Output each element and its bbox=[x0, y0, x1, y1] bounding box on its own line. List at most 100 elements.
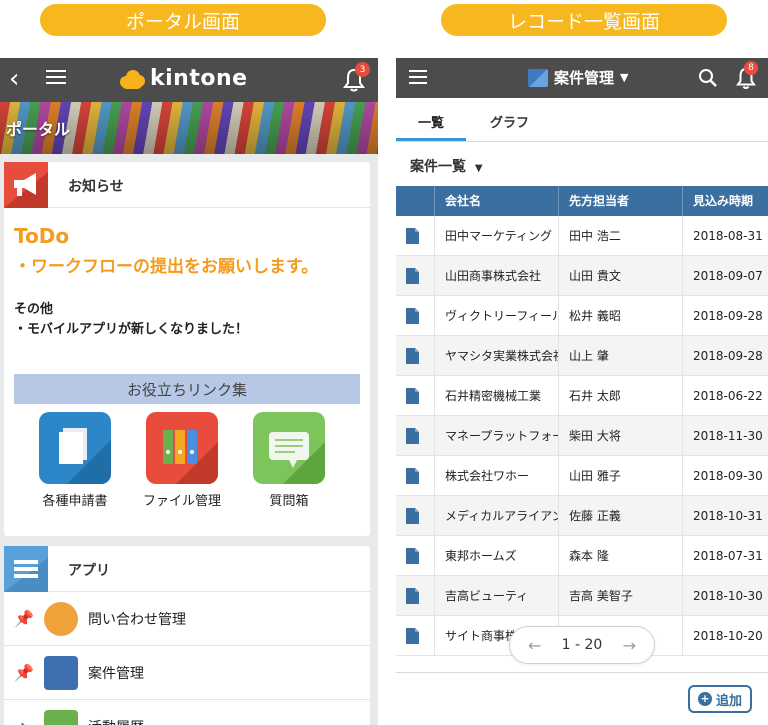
record-detail-cell[interactable] bbox=[396, 256, 434, 296]
search-icon[interactable] bbox=[698, 68, 718, 88]
kintone-logo[interactable]: kintone bbox=[118, 66, 248, 91]
add-record-button[interactable]: + 追加 bbox=[688, 685, 752, 713]
document-icon[interactable] bbox=[406, 388, 419, 404]
document-icon[interactable] bbox=[406, 428, 419, 444]
cell-contact: 佐藤 正義 bbox=[558, 496, 682, 536]
view-name: 案件一覧 bbox=[410, 159, 466, 175]
table-row[interactable]: ヴィクトリーフィール 松井 義昭 2018-09-28 bbox=[396, 296, 768, 336]
table-row[interactable]: 田中マーケティング 田中 浩二 2018-08-31 bbox=[396, 216, 768, 256]
cloud-icon bbox=[118, 68, 146, 90]
tab-list[interactable]: 一覧 bbox=[418, 112, 444, 131]
record-detail-cell[interactable] bbox=[396, 456, 434, 496]
portal-screen: ‹ kintone 3 ポータル お知らせ ToDo ・ワークフローの提出をお願… bbox=[0, 58, 378, 725]
document-icon[interactable] bbox=[406, 508, 419, 524]
table-row[interactable]: 吉高ビューティ 吉高 美智子 2018-10-30 bbox=[396, 576, 768, 616]
arrow-left-icon[interactable]: ← bbox=[528, 636, 541, 655]
cell-date: 2018-07-31 bbox=[682, 536, 768, 576]
pin-icon[interactable]: 📌 bbox=[14, 663, 34, 682]
menu-icon[interactable] bbox=[409, 69, 427, 85]
view-selector[interactable]: 案件一覧 ▼ bbox=[410, 156, 483, 176]
cell-contact: 松井 義昭 bbox=[558, 296, 682, 336]
cell-date: 2018-10-20 bbox=[682, 616, 768, 656]
back-icon[interactable]: ‹ bbox=[9, 66, 19, 92]
menu-icon[interactable] bbox=[46, 68, 66, 86]
tab-graph[interactable]: グラフ bbox=[490, 112, 529, 131]
record-detail-cell[interactable] bbox=[396, 496, 434, 536]
cell-company: 山田商事株式会社 bbox=[434, 256, 558, 296]
cell-contact: 石井 太郎 bbox=[558, 376, 682, 416]
document-icon[interactable] bbox=[406, 588, 419, 604]
document-icon[interactable] bbox=[406, 228, 419, 244]
table-row[interactable]: メディカルアライアン 佐藤 正義 2018-10-31 bbox=[396, 496, 768, 536]
table-row[interactable]: ヤマシタ実業株式会社 山上 肇 2018-09-28 bbox=[396, 336, 768, 376]
plus-icon: + bbox=[697, 692, 712, 706]
app-item-inquiry[interactable]: 📌 問い合わせ管理 bbox=[4, 592, 370, 646]
records-header: 案件管理 ▼ 8 bbox=[396, 58, 768, 98]
record-detail-cell[interactable] bbox=[396, 576, 434, 616]
todo-title: ToDo bbox=[14, 224, 70, 248]
col-date[interactable]: 見込み時期 bbox=[682, 186, 768, 216]
table-header: 会社名 先方担当者 見込み時期 bbox=[396, 186, 768, 216]
document-icon[interactable] bbox=[406, 468, 419, 484]
record-detail-cell[interactable] bbox=[396, 216, 434, 256]
table-row[interactable]: 石井精密機械工業 石井 太郎 2018-06-22 bbox=[396, 376, 768, 416]
record-detail-cell[interactable] bbox=[396, 616, 434, 656]
cell-date: 2018-09-28 bbox=[682, 336, 768, 376]
col-contact[interactable]: 先方担当者 bbox=[558, 186, 682, 216]
record-detail-cell[interactable] bbox=[396, 536, 434, 576]
col-company[interactable]: 会社名 bbox=[434, 186, 558, 216]
other-text: ・モバイルアプリが新しくなりました！ bbox=[14, 322, 249, 337]
pin-icon[interactable]: ➜ bbox=[14, 717, 27, 725]
link-forms[interactable]: 各種申請書 bbox=[20, 412, 130, 512]
chevron-down-icon: ▼ bbox=[474, 163, 483, 174]
pagination: ← 1 - 20 → bbox=[509, 626, 655, 664]
record-detail-cell[interactable] bbox=[396, 296, 434, 336]
cell-date: 2018-06-22 bbox=[682, 376, 768, 416]
portal-header: ‹ kintone 3 bbox=[0, 58, 378, 102]
chat-bubble-icon bbox=[253, 412, 325, 484]
apps-card: アプリ 📌 問い合わせ管理 📌 案件管理 ➜ 活動履歴 bbox=[4, 546, 370, 725]
app-item-deals[interactable]: 📌 案件管理 bbox=[4, 646, 370, 700]
table-row[interactable]: 東邦ホームズ 森本 隆 2018-07-31 bbox=[396, 536, 768, 576]
table-row[interactable]: マネープラットフォー 柴田 大将 2018-11-30 bbox=[396, 416, 768, 456]
apps-title: アプリ bbox=[68, 563, 110, 579]
document-icon[interactable] bbox=[406, 348, 419, 364]
record-detail-cell[interactable] bbox=[396, 376, 434, 416]
arrow-right-icon[interactable]: → bbox=[623, 636, 636, 655]
table-row[interactable]: 株式会社ワホー 山田 雅子 2018-09-30 bbox=[396, 456, 768, 496]
pin-icon[interactable]: 📌 bbox=[14, 609, 34, 628]
notice-card: お知らせ ToDo ・ワークフローの提出をお願いします。 その他 ・モバイルアプ… bbox=[4, 162, 370, 536]
briefcase-icon bbox=[44, 710, 78, 725]
todo-text: ・ワークフローの提出をお願いします。 bbox=[14, 257, 319, 277]
cell-contact: 吉高 美智子 bbox=[558, 576, 682, 616]
document-icon[interactable] bbox=[406, 548, 419, 564]
record-detail-cell[interactable] bbox=[396, 336, 434, 376]
record-detail-cell[interactable] bbox=[396, 416, 434, 456]
links-heading: お役立ちリンク集 bbox=[14, 374, 360, 404]
link-files[interactable]: ファイル管理 bbox=[127, 412, 237, 512]
app-title-dropdown[interactable]: 案件管理 ▼ bbox=[528, 67, 628, 88]
document-icon[interactable] bbox=[406, 268, 419, 284]
app-label: 活動履歴 bbox=[88, 717, 144, 725]
cell-contact: 森本 隆 bbox=[558, 536, 682, 576]
link-label: 各種申請書 bbox=[42, 494, 108, 509]
link-label: 質問箱 bbox=[269, 494, 309, 509]
document-icon[interactable] bbox=[406, 628, 419, 644]
banner-title: ポータル bbox=[6, 120, 71, 139]
app-title: 案件管理 bbox=[554, 69, 615, 87]
app-label: 問い合わせ管理 bbox=[88, 612, 186, 628]
cell-contact: 山田 雅子 bbox=[558, 456, 682, 496]
screenshot: ポータル画面 レコード一覧画面 ‹ kintone 3 ポータル お知らせ To… bbox=[0, 0, 768, 725]
view-tabs: 一覧 グラフ bbox=[396, 98, 768, 142]
app-item-activity[interactable]: ➜ 活動履歴 bbox=[4, 700, 370, 725]
link-questions[interactable]: 質問箱 bbox=[234, 412, 344, 512]
document-icon[interactable] bbox=[406, 308, 419, 324]
notice-title: お知らせ bbox=[68, 179, 124, 195]
document-icon bbox=[39, 412, 111, 484]
cell-company: 東邦ホームズ bbox=[434, 536, 558, 576]
app-icon bbox=[528, 68, 548, 87]
table-row[interactable]: 山田商事株式会社 山田 貴文 2018-09-07 bbox=[396, 256, 768, 296]
cell-contact: 山田 貴文 bbox=[558, 256, 682, 296]
notification-badge: 3 bbox=[355, 62, 370, 77]
cell-company: メディカルアライアン bbox=[434, 496, 558, 536]
